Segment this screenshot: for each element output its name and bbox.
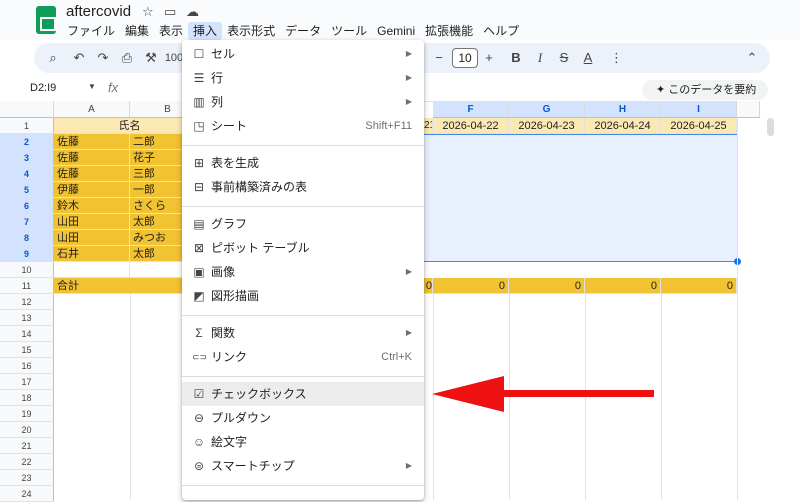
menu-item-drawing[interactable]: ◩ 図形描画 — [182, 284, 424, 308]
star-icon[interactable]: ☆ — [142, 4, 154, 20]
font-size-increase-icon[interactable]: + — [482, 48, 496, 68]
menu-separator — [182, 315, 424, 316]
menu-separator — [182, 376, 424, 377]
pivot-table-icon: ⊠ — [193, 241, 205, 255]
document-title[interactable]: aftercovid — [66, 3, 131, 20]
submenu-arrow-icon: ▶ — [405, 97, 412, 106]
menu-file[interactable]: ファイル — [62, 22, 120, 40]
menu-item-row[interactable]: ☰ 行 ▶ — [182, 66, 424, 90]
link-icon: ⊂⊃ — [192, 352, 208, 362]
sparkle-icon: ✦ — [656, 84, 669, 96]
cell-icon: ☐ — [193, 47, 205, 61]
menu-bar: ファイル 編集 表示 挿入 表示形式 データ ツール Gemini 拡張機能 ヘ… — [62, 22, 524, 40]
menu-item-generate-table[interactable]: ⊞ 表を生成 — [182, 151, 424, 175]
menu-item-emoji[interactable]: ☺ 絵文字 — [182, 430, 424, 454]
submenu-arrow-icon: ▶ — [405, 49, 412, 58]
summarize-data-button[interactable]: ✦ このデータを要約 — [642, 80, 768, 100]
shortcut-label: Ctrl+K — [381, 351, 412, 363]
menu-data[interactable]: データ — [280, 22, 326, 40]
menu-item-column[interactable]: ▥ 列 ▶ — [182, 90, 424, 114]
print-icon[interactable]: ⎙ — [118, 48, 136, 68]
menu-item-image[interactable]: ▣ 画像 ▶ — [182, 260, 424, 284]
shortcut-label: Shift+F11 — [365, 120, 412, 132]
prebuilt-table-icon: ⊟ — [193, 180, 205, 194]
checkbox-icon: ☑ — [193, 387, 205, 401]
menu-item-prebuilt-table[interactable]: ⊟ 事前構築済みの表 — [182, 175, 424, 199]
emoji-icon: ☺ — [192, 435, 206, 449]
submenu-arrow-icon: ▶ — [405, 73, 412, 82]
name-box-dropdown-icon[interactable]: ▼ — [88, 82, 96, 91]
sheet-icon: ◳ — [193, 119, 205, 133]
menu-separator — [182, 206, 424, 207]
menu-item-checkbox[interactable]: ☑ チェックボックス — [182, 382, 424, 406]
menu-extensions[interactable]: 拡張機能 — [420, 22, 478, 40]
menu-format[interactable]: 表示形式 — [222, 22, 280, 40]
bold-icon[interactable]: B — [508, 48, 524, 68]
scrollbar-thumb[interactable] — [767, 118, 774, 136]
drawing-icon: ◩ — [193, 289, 205, 303]
row-icon: ☰ — [193, 71, 205, 85]
menu-item-chart[interactable]: ▤ グラフ — [182, 212, 424, 236]
zoom-select[interactable]: 100 — [164, 48, 184, 68]
menu-gemini[interactable]: Gemini — [372, 22, 420, 40]
menu-separator — [182, 145, 424, 146]
menu-item-function[interactable]: Σ 関数 ▶ — [182, 321, 424, 345]
menu-help[interactable]: ヘルプ — [478, 22, 524, 40]
menu-insert[interactable]: 挿入 — [188, 22, 223, 40]
name-box[interactable]: D2:I9 — [30, 82, 56, 94]
italic-icon[interactable]: I — [532, 48, 548, 68]
redo-icon[interactable]: ↷ — [94, 48, 112, 68]
chart-icon: ▤ — [193, 217, 205, 231]
fx-icon: fx — [108, 80, 119, 95]
more-options-icon[interactable]: ⋮ — [610, 48, 623, 68]
collapse-toolbar-icon[interactable]: ⌃ — [744, 48, 760, 68]
column-icon: ▥ — [193, 95, 205, 109]
table-icon: ⊞ — [193, 156, 205, 170]
paint-format-icon[interactable]: ⚒ — [142, 48, 160, 68]
menu-tools[interactable]: ツール — [326, 22, 372, 40]
menu-item-pivot-table[interactable]: ⊠ ピボット テーブル — [182, 236, 424, 260]
insert-menu-dropdown: ☐ セル ▶ ☰ 行 ▶ ▥ 列 ▶ ◳ シート Shift+F11 ⊞ 表を生… — [182, 40, 424, 500]
summarize-label: このデータを要約 — [668, 84, 757, 96]
text-color-icon[interactable]: A — [580, 48, 596, 68]
image-icon: ▣ — [193, 265, 205, 279]
menu-edit[interactable]: 編集 — [120, 22, 154, 40]
cloud-status-icon[interactable]: ☁ — [186, 4, 199, 20]
smart-chip-icon: ⊜ — [193, 459, 205, 473]
menu-view[interactable]: 表示 — [154, 22, 188, 40]
menu-item-sheet[interactable]: ◳ シート Shift+F11 — [182, 114, 424, 138]
submenu-arrow-icon: ▶ — [405, 328, 412, 337]
undo-icon[interactable]: ↶ — [70, 48, 88, 68]
menu-item-dropdown[interactable]: ⊖ プルダウン — [182, 406, 424, 430]
search-icon[interactable]: ⌕ — [44, 48, 62, 68]
menu-item-link[interactable]: ⊂⊃ リンク Ctrl+K — [182, 345, 424, 369]
submenu-arrow-icon: ▶ — [405, 267, 412, 276]
red-arrow-annotation — [432, 376, 654, 412]
vertical-scrollbar[interactable] — [760, 101, 800, 500]
dropdown-icon: ⊖ — [193, 411, 205, 425]
menu-item-cell[interactable]: ☐ セル ▶ — [182, 42, 424, 66]
font-size-input[interactable]: 10 — [452, 48, 478, 68]
sheets-logo-icon[interactable] — [36, 6, 56, 34]
font-size-decrease-icon[interactable]: − — [432, 48, 446, 68]
move-folder-icon[interactable]: ▭ — [164, 4, 176, 20]
menu-item-smart-chip[interactable]: ⊜ スマートチップ ▶ — [182, 454, 424, 478]
strikethrough-icon[interactable]: S — [556, 48, 572, 68]
menu-separator — [182, 485, 424, 486]
function-icon: Σ — [195, 326, 203, 340]
submenu-arrow-icon: ▶ — [405, 461, 412, 470]
